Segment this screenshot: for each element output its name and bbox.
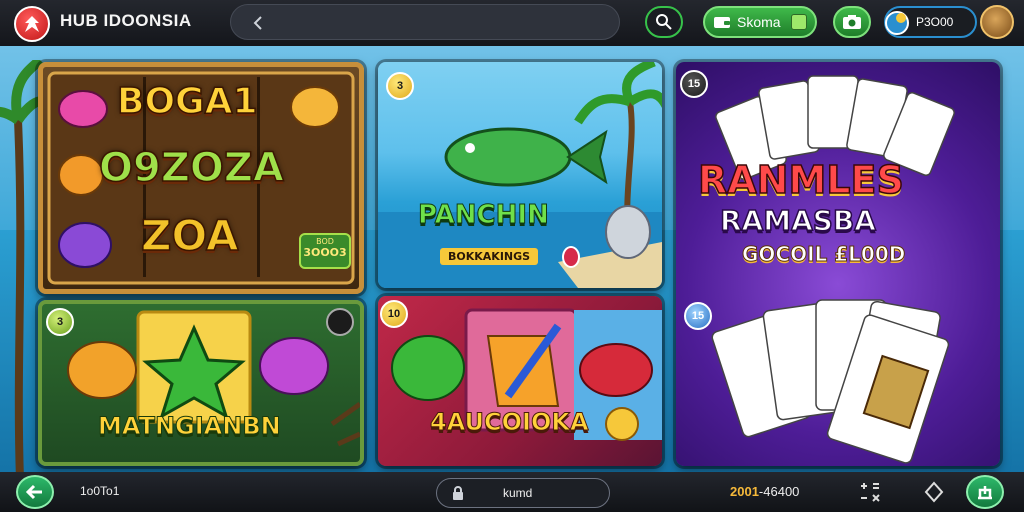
tile-arcade-badge: 10 [380,300,408,328]
slot-title-line-3: ZOA [140,210,239,261]
home-icon [978,486,992,500]
footer-left-value: 1o0To1 [80,484,120,498]
coins-value: P3O00 [916,15,954,29]
cards-subtitle: GOCOIL £L00D [741,242,906,267]
search-icon [656,14,672,30]
back-icon[interactable] [249,14,267,32]
coins-display[interactable]: P3O00 [884,6,977,38]
footer-score: 2001-46400 [730,484,799,499]
footer-input-value: kumd [503,486,533,500]
game-tile-slot[interactable]: BOGA1 O9ZOZA ZOA BOD 3OOO3 [38,62,364,294]
tile-match-badge: 3 [46,308,74,336]
arcade-title: 4AUCOIOKA [430,408,590,437]
skoma-label: Skoma [737,14,781,30]
search-bar[interactable] [230,4,620,40]
fishing-subtitle: BOKKAKINGS [440,248,539,265]
bottom-bar: 1o0To1 kumd 2001-46400 [0,472,1024,512]
slot-jackpot-chip: BOD 3OOO3 [299,233,351,269]
game-tile-arcade[interactable]: 10 4AUCOIOKA [378,296,662,466]
brand-title: HUB IDOONSIA [60,11,192,30]
arcade-scene [391,308,662,441]
match-title: MATNGIANBN [98,412,282,441]
slot-title-line-2: O9ZOZA [98,144,284,192]
camera-icon [843,15,861,29]
footer-input[interactable]: kumd [436,478,610,508]
arrow-left-icon [26,484,42,500]
footer-score-rest: -46400 [758,484,800,499]
game-tile-fishing[interactable]: 3 PANCHIN BOKKAKINGS [378,62,662,288]
skoma-indicator [791,14,807,30]
back-button[interactable] [16,475,54,509]
game-tile-cards[interactable]: 15 RANMLES RAMASBA GOCOIL £L00D 15 [676,62,1000,466]
cards-title-top: RANMLES [697,157,904,203]
tile-match-corner-icon [326,308,354,336]
camera-button[interactable] [833,6,871,38]
search-button[interactable] [645,6,683,38]
fishing-title: PANCHIN [418,200,550,231]
skoma-button[interactable]: Skoma [703,6,817,38]
top-bar: HUB IDOONSIA Skoma P3O00 [0,0,1024,46]
wallet-icon [714,17,730,28]
avatar[interactable] [980,5,1014,39]
logo-icon[interactable] [14,6,50,42]
tile-cards-badge: 15 [680,70,708,98]
lock-icon [453,486,463,500]
home-button[interactable] [966,475,1004,509]
tile-cards-badge-lower: 15 [684,302,712,330]
slot-chip-label: BOD [316,237,334,246]
footer-score-main: 2001 [730,484,759,499]
tile-fishing-badge: 3 [386,72,414,100]
coin-icon [885,11,909,35]
slot-jackpot-value: 3OOO3 [303,246,347,259]
diamond-icon[interactable] [922,480,946,504]
game-tile-match[interactable]: 3 MATNGIANBN [38,300,364,466]
cards-title-mid: RAMASBA [719,203,876,238]
slot-title-line-1: BOGA1 [116,80,258,123]
grid-icon[interactable] [858,480,882,504]
fishing-gem-icon [562,246,580,268]
